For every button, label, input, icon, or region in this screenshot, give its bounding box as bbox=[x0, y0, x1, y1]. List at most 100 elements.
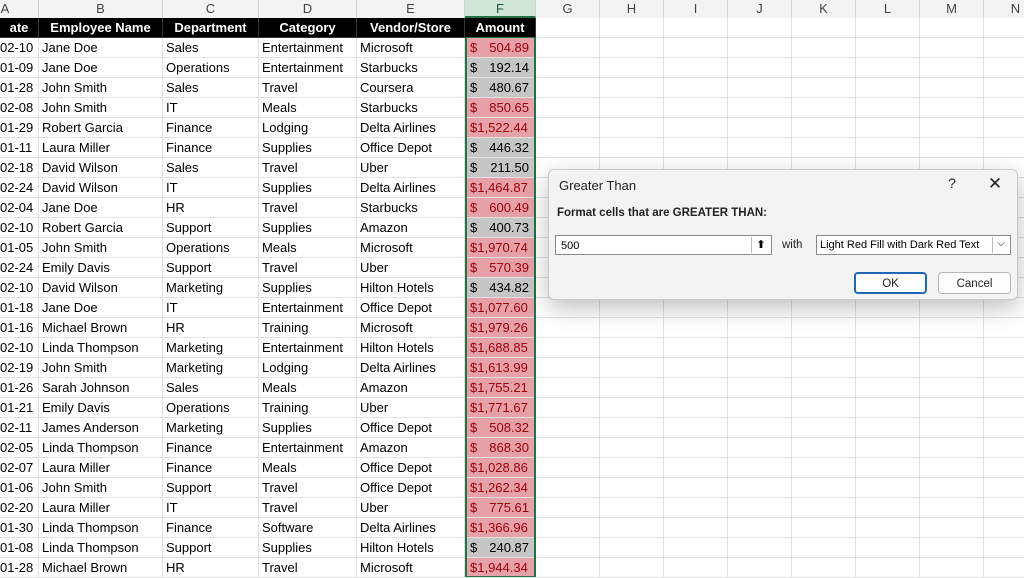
vendor-cell[interactable]: Microsoft bbox=[357, 558, 465, 578]
category-cell[interactable]: Entertainment bbox=[259, 298, 357, 318]
employee-name-cell[interactable]: Michael Brown bbox=[39, 558, 163, 578]
table-header-cell[interactable]: Category bbox=[259, 18, 357, 38]
column-header-l[interactable]: L bbox=[856, 0, 920, 18]
empty-cell[interactable] bbox=[728, 338, 792, 358]
format-select[interactable]: Light Red Fill with Dark Red Text ⌵ bbox=[816, 235, 1011, 255]
amount-cell[interactable]: $1,970.74 bbox=[465, 238, 536, 258]
empty-cell[interactable] bbox=[856, 38, 920, 58]
empty-cell[interactable] bbox=[856, 558, 920, 578]
employee-name-cell[interactable]: David Wilson bbox=[39, 278, 163, 298]
empty-cell[interactable] bbox=[728, 358, 792, 378]
empty-cell[interactable] bbox=[984, 98, 1024, 118]
empty-cell[interactable] bbox=[792, 478, 856, 498]
empty-cell[interactable] bbox=[664, 318, 728, 338]
date-cell[interactable]: 01-08 bbox=[0, 538, 39, 558]
amount-cell[interactable]: $211.50 bbox=[465, 158, 536, 178]
empty-cell[interactable] bbox=[856, 458, 920, 478]
empty-cell[interactable] bbox=[600, 58, 664, 78]
empty-cell[interactable] bbox=[984, 78, 1024, 98]
empty-cell[interactable] bbox=[536, 298, 600, 318]
category-cell[interactable]: Travel bbox=[259, 158, 357, 178]
empty-cell[interactable] bbox=[664, 398, 728, 418]
empty-cell[interactable] bbox=[600, 138, 664, 158]
category-cell[interactable]: Travel bbox=[259, 558, 357, 578]
amount-cell[interactable]: $1,262.34 bbox=[465, 478, 536, 498]
category-cell[interactable]: Supplies bbox=[259, 218, 357, 238]
empty-cell[interactable] bbox=[792, 138, 856, 158]
empty-cell[interactable] bbox=[600, 438, 664, 458]
category-cell[interactable]: Travel bbox=[259, 78, 357, 98]
empty-cell[interactable] bbox=[600, 558, 664, 578]
vendor-cell[interactable]: Office Depot bbox=[357, 298, 465, 318]
employee-name-cell[interactable]: Jane Doe bbox=[39, 298, 163, 318]
employee-name-cell[interactable]: Jane Doe bbox=[39, 198, 163, 218]
vendor-cell[interactable]: Starbucks bbox=[357, 58, 465, 78]
empty-cell[interactable] bbox=[984, 138, 1024, 158]
column-header-c[interactable]: C bbox=[163, 0, 259, 18]
empty-cell[interactable] bbox=[536, 358, 600, 378]
department-cell[interactable]: HR bbox=[163, 558, 259, 578]
empty-cell[interactable] bbox=[920, 338, 984, 358]
employee-name-cell[interactable]: Emily Davis bbox=[39, 258, 163, 278]
vendor-cell[interactable]: Delta Airlines bbox=[357, 518, 465, 538]
empty-cell[interactable] bbox=[600, 118, 664, 138]
amount-cell[interactable]: $1,028.86 bbox=[465, 458, 536, 478]
vendor-cell[interactable]: Microsoft bbox=[357, 318, 465, 338]
empty-cell[interactable] bbox=[984, 438, 1024, 458]
empty-cell[interactable] bbox=[536, 418, 600, 438]
empty-cell[interactable] bbox=[536, 318, 600, 338]
category-cell[interactable]: Supplies bbox=[259, 418, 357, 438]
date-cell[interactable]: 02-04 bbox=[0, 198, 39, 218]
empty-cell[interactable] bbox=[664, 538, 728, 558]
date-cell[interactable]: 01-11 bbox=[0, 138, 39, 158]
employee-name-cell[interactable]: Laura Miller bbox=[39, 138, 163, 158]
employee-name-cell[interactable]: Linda Thompson bbox=[39, 438, 163, 458]
column-header-f[interactable]: F bbox=[465, 0, 536, 18]
empty-cell[interactable] bbox=[920, 378, 984, 398]
empty-cell[interactable] bbox=[856, 478, 920, 498]
empty-cell[interactable] bbox=[536, 398, 600, 418]
vendor-cell[interactable]: Amazon bbox=[357, 378, 465, 398]
empty-cell[interactable] bbox=[920, 558, 984, 578]
employee-name-cell[interactable]: John Smith bbox=[39, 478, 163, 498]
column-header-m[interactable]: M bbox=[920, 0, 984, 18]
empty-cell[interactable] bbox=[792, 438, 856, 458]
date-cell[interactable]: 02-20 bbox=[0, 498, 39, 518]
table-header-cell[interactable]: Vendor/Store bbox=[357, 18, 465, 38]
empty-cell[interactable] bbox=[536, 558, 600, 578]
amount-cell[interactable]: $1,755.21 bbox=[465, 378, 536, 398]
date-cell[interactable]: 01-18 bbox=[0, 298, 39, 318]
vendor-cell[interactable]: Office Depot bbox=[357, 138, 465, 158]
empty-cell[interactable] bbox=[600, 358, 664, 378]
department-cell[interactable]: Finance bbox=[163, 438, 259, 458]
empty-cell[interactable] bbox=[536, 378, 600, 398]
empty-cell[interactable] bbox=[664, 98, 728, 118]
vendor-cell[interactable]: Uber bbox=[357, 498, 465, 518]
date-cell[interactable]: 02-10 bbox=[0, 338, 39, 358]
column-header-i[interactable]: I bbox=[664, 0, 728, 18]
empty-cell[interactable] bbox=[856, 358, 920, 378]
empty-cell[interactable] bbox=[920, 98, 984, 118]
amount-cell[interactable]: $480.67 bbox=[465, 78, 536, 98]
date-cell[interactable]: 01-06 bbox=[0, 478, 39, 498]
date-cell[interactable]: 02-10 bbox=[0, 38, 39, 58]
empty-cell[interactable] bbox=[920, 458, 984, 478]
date-cell[interactable]: 01-28 bbox=[0, 558, 39, 578]
empty-cell[interactable] bbox=[984, 498, 1024, 518]
empty-cell[interactable] bbox=[600, 498, 664, 518]
department-cell[interactable]: Sales bbox=[163, 38, 259, 58]
empty-cell[interactable] bbox=[920, 58, 984, 78]
empty-cell[interactable] bbox=[664, 38, 728, 58]
empty-cell[interactable] bbox=[536, 538, 600, 558]
chevron-down-icon[interactable]: ⌵ bbox=[992, 237, 1009, 253]
empty-cell[interactable] bbox=[536, 518, 600, 538]
vendor-cell[interactable]: Hilton Hotels bbox=[357, 278, 465, 298]
empty-cell[interactable] bbox=[792, 318, 856, 338]
amount-cell[interactable]: $1,771.67 bbox=[465, 398, 536, 418]
date-cell[interactable]: 02-18 bbox=[0, 158, 39, 178]
empty-cell[interactable] bbox=[920, 138, 984, 158]
empty-cell[interactable] bbox=[728, 318, 792, 338]
vendor-cell[interactable]: Uber bbox=[357, 258, 465, 278]
empty-cell[interactable] bbox=[728, 538, 792, 558]
department-cell[interactable]: Operations bbox=[163, 58, 259, 78]
